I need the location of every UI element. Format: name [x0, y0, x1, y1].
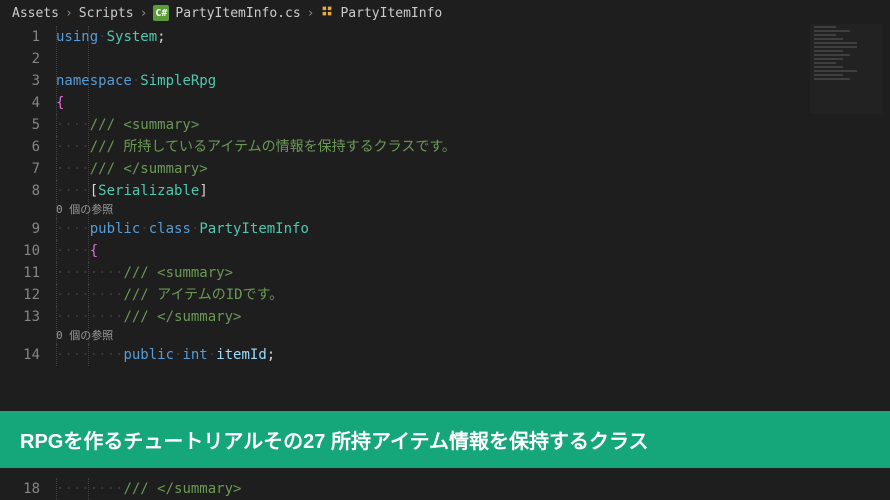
code-line[interactable]: ········/// </summary>: [56, 478, 890, 500]
minimap[interactable]: [810, 24, 882, 114]
code-line[interactable]: {: [56, 92, 890, 114]
banner-text: RPGを作るチュートリアルその27 所持アイテム情報を保持するクラス: [20, 431, 649, 453]
line-number: 11: [0, 262, 40, 284]
code-line[interactable]: [56, 48, 890, 70]
line-number: 12: [0, 284, 40, 306]
code-editor[interactable]: 1234567891011121314 using·System;namespa…: [0, 26, 890, 366]
line-number: 8: [0, 180, 40, 202]
line-number: 2: [0, 48, 40, 70]
code-line[interactable]: ····/// <summary>: [56, 114, 890, 136]
code-line[interactable]: ········/// アイテムのIDです。: [56, 284, 890, 306]
code-line[interactable]: ········/// <summary>: [56, 262, 890, 284]
class-icon: [320, 4, 334, 22]
chevron-right-icon: ›: [140, 6, 148, 21]
code-line[interactable]: ····{: [56, 240, 890, 262]
line-number: 14: [0, 344, 40, 366]
breadcrumb-part[interactable]: Assets: [12, 6, 59, 21]
code-line[interactable]: using·System;: [56, 26, 890, 48]
codelens[interactable]: 0 個の参照: [56, 202, 890, 218]
line-number: 4: [0, 92, 40, 114]
line-number: 5: [0, 114, 40, 136]
line-number: 1: [0, 26, 40, 48]
line-number: 10: [0, 240, 40, 262]
breadcrumb-part[interactable]: PartyItemInfo: [340, 6, 442, 21]
line-number: [0, 328, 40, 344]
code-line[interactable]: ····/// </summary>: [56, 158, 890, 180]
codelens[interactable]: 0 個の参照: [56, 328, 890, 344]
line-number: [0, 202, 40, 218]
code-line[interactable]: ····/// 所持しているアイテムの情報を保持するクラスです。: [56, 136, 890, 158]
code-line[interactable]: namespace·SimpleRpg: [56, 70, 890, 92]
line-number: 6: [0, 136, 40, 158]
line-number: 7: [0, 158, 40, 180]
line-number: 9: [0, 218, 40, 240]
chevron-right-icon: ›: [65, 6, 73, 21]
line-number-gutter: 1234567891011121314: [0, 26, 56, 366]
bottom-code-fragment: 18 ········/// </summary>: [0, 478, 890, 500]
tutorial-banner: RPGを作るチュートリアルその27 所持アイテム情報を保持するクラス: [0, 411, 890, 468]
code-line[interactable]: ········public·int·itemId;: [56, 344, 890, 366]
csharp-file-icon: C#: [153, 5, 169, 21]
breadcrumb[interactable]: Assets › Scripts › C# PartyItemInfo.cs ›…: [0, 0, 890, 26]
code-line[interactable]: ········/// </summary>: [56, 306, 890, 328]
breadcrumb-part[interactable]: PartyItemInfo.cs: [175, 6, 300, 21]
code-area[interactable]: using·System;namespace·SimpleRpg{····///…: [56, 26, 890, 366]
line-number: 3: [0, 70, 40, 92]
code-line[interactable]: ····public·class·PartyItemInfo: [56, 218, 890, 240]
breadcrumb-part[interactable]: Scripts: [79, 6, 134, 21]
line-number: 18: [0, 478, 40, 500]
line-number: 13: [0, 306, 40, 328]
chevron-right-icon: ›: [307, 6, 315, 21]
code-line[interactable]: ····[Serializable]: [56, 180, 890, 202]
